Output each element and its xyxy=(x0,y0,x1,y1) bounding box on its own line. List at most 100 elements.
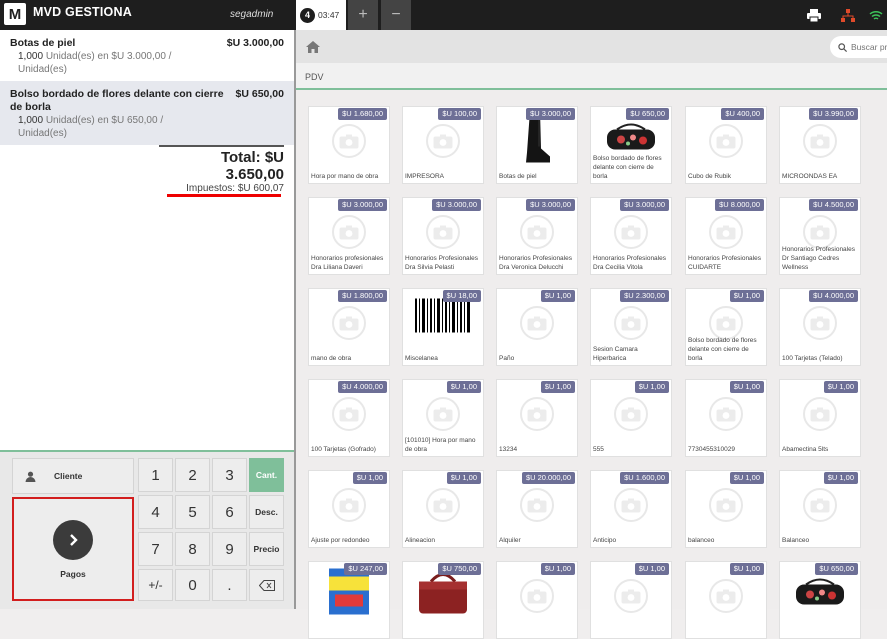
product-name: [101010] Hora por mano de obra xyxy=(405,437,476,453)
product-card[interactable]: $U 1,00 Bolso bordado de flores delante c… xyxy=(685,288,767,366)
product-image xyxy=(792,575,848,614)
network-icon[interactable] xyxy=(831,0,865,30)
product-card[interactable]: $U 1,00 7730455310029 xyxy=(685,379,767,457)
payments-label: Pagos xyxy=(60,568,86,579)
product-card[interactable]: $U 8.000,00 Honorarios Profesionales CUID… xyxy=(685,197,767,275)
product-card[interactable]: $U 18,00 Miscelanea xyxy=(402,288,484,366)
product-price-badge: $U 3.000,00 xyxy=(620,199,669,211)
product-name: Abamectina 5lts xyxy=(782,446,829,453)
product-price-badge: $U 1,00 xyxy=(729,563,764,575)
camera-placeholder-icon xyxy=(803,488,837,522)
username[interactable]: segadmin xyxy=(230,9,273,20)
camera-placeholder-icon xyxy=(803,215,837,249)
product-name: Paño xyxy=(499,355,515,362)
product-price-badge: $U 1,00 xyxy=(634,381,669,393)
key-9[interactable]: 9 xyxy=(212,532,247,566)
product-card[interactable]: $U 247,00 xyxy=(308,561,390,639)
product-name: balanceo xyxy=(688,537,715,544)
product-card[interactable]: $U 3.000,00 Honorarios Profesionales Dra … xyxy=(496,197,578,275)
product-card[interactable]: $U 4.000,00 100 Tarjetas (Gofrado) xyxy=(308,379,390,457)
search-input[interactable] xyxy=(851,42,887,52)
product-price-badge: $U 100,00 xyxy=(438,108,481,120)
product-card[interactable]: $U 3.000,00 Honorarios profesionales Dra … xyxy=(308,197,390,275)
product-card[interactable]: $U 400,00 Cubo de Rubik xyxy=(685,106,767,184)
ticket-line-selected[interactable]: Bolso bordado de flores delante con cier… xyxy=(0,81,294,145)
product-card[interactable]: $U 3.990,00 MICROONDAS EA xyxy=(779,106,861,184)
key-8[interactable]: 8 xyxy=(175,532,210,566)
product-card[interactable]: $U 3.000,00 Botas de piel xyxy=(496,106,578,184)
customer-button[interactable]: Cliente xyxy=(12,458,134,494)
product-image xyxy=(413,568,473,621)
camera-placeholder-icon xyxy=(332,397,366,431)
product-card[interactable]: $U 1,00 Alineacion xyxy=(402,470,484,548)
product-card[interactable]: $U 3.000,00 Honorarios Profesionales Dra … xyxy=(590,197,672,275)
product-card[interactable]: $U 1,00 xyxy=(685,561,767,639)
ticket-tab[interactable]: 4 03:47 xyxy=(296,0,346,30)
product-card[interactable]: $U 1,00 Abamectina 5lts xyxy=(779,379,861,457)
product-card[interactable]: $U 3.000,00 Honorarios Profesionales Dra … xyxy=(402,197,484,275)
product-card[interactable]: $U 650,00 xyxy=(779,561,861,639)
remove-ticket-button[interactable]: − xyxy=(381,0,411,30)
product-name: Anticipo xyxy=(593,537,617,544)
key-0[interactable]: 0 xyxy=(175,569,210,601)
product-card[interactable]: $U 1,00 xyxy=(590,561,672,639)
backspace-button[interactable] xyxy=(249,569,284,601)
product-card[interactable]: $U 4.000,00 100 Tarjetas (Telado) xyxy=(779,288,861,366)
product-card[interactable]: $U 20.000,00 Alquiler xyxy=(496,470,578,548)
product-card[interactable]: $U 1,00 Balanceo xyxy=(779,470,861,548)
ticket-line-detail: 1,000 Unidad(es) en $U 3.000,00 / Unidad… xyxy=(10,50,284,76)
ticket-taxes: Impuestos: $U 600,07 xyxy=(186,183,284,194)
ticket-tab-number: 4 xyxy=(300,7,315,23)
payments-button[interactable]: Pagos xyxy=(12,497,134,601)
product-name: Sesion Camara Hiperbarica xyxy=(593,346,638,362)
key-3[interactable]: 3 xyxy=(212,458,247,492)
product-card[interactable]: $U 1,00 13234 xyxy=(496,379,578,457)
product-card[interactable]: $U 1,00 555 xyxy=(590,379,672,457)
discount-mode-button[interactable]: Desc. xyxy=(249,495,284,529)
product-name: Miscelanea xyxy=(405,355,438,362)
quantity-mode-button[interactable]: Cant. xyxy=(249,458,284,492)
key-6[interactable]: 6 xyxy=(212,495,247,529)
product-name: Honorarios Profesionales Dra Cecilia Vit… xyxy=(593,255,666,271)
backspace-icon xyxy=(258,579,275,591)
key-sign[interactable]: +/- xyxy=(138,569,173,601)
ticket-line-price: $U 650,00 xyxy=(235,88,284,100)
product-card[interactable]: $U 1,00 Paño xyxy=(496,288,578,366)
product-name: Botas de piel xyxy=(499,173,537,180)
product-card[interactable]: $U 1.600,00 Anticipo xyxy=(590,470,672,548)
key-decimal[interactable]: . xyxy=(212,569,247,601)
camera-placeholder-icon xyxy=(614,579,648,613)
product-card[interactable]: $U 650,00 Bolso bordado de flores delante… xyxy=(590,106,672,184)
key-2[interactable]: 2 xyxy=(175,458,210,492)
product-price-badge: $U 18,00 xyxy=(442,290,481,302)
add-ticket-button[interactable]: + xyxy=(348,0,378,30)
product-card[interactable]: $U 1.800,00 mano de obra xyxy=(308,288,390,366)
key-4[interactable]: 4 xyxy=(138,495,173,529)
product-card[interactable]: $U 4.500,00 Honorarios Profesionales Dr S… xyxy=(779,197,861,275)
product-card[interactable]: $U 1,00 balanceo xyxy=(685,470,767,548)
search-box[interactable] xyxy=(830,36,887,58)
product-name: 13234 xyxy=(499,446,518,453)
product-card[interactable]: $U 1.680,00 Hora por mano de obra xyxy=(308,106,390,184)
product-price-badge: $U 4.000,00 xyxy=(338,381,387,393)
product-card[interactable]: $U 1,00 Ajuste por redondeo xyxy=(308,470,390,548)
product-price-badge: $U 247,00 xyxy=(344,563,387,575)
product-card[interactable]: $U 1,00 xyxy=(496,561,578,639)
camera-placeholder-icon xyxy=(803,124,837,158)
breadcrumb[interactable]: PDV xyxy=(296,63,887,90)
product-card[interactable]: $U 1,00 [101010] Hora por mano de obra xyxy=(402,379,484,457)
product-card[interactable]: $U 2.300,00 Sesion Camara Hiperbarica xyxy=(590,288,672,366)
product-card[interactable]: $U 100,00 IMPRESORA xyxy=(402,106,484,184)
product-price-badge: $U 1,00 xyxy=(540,290,575,302)
home-button[interactable] xyxy=(296,30,330,63)
print-icon[interactable] xyxy=(797,0,831,30)
ticket-line[interactable]: Botas de piel $U 3.000,00 1,000 Unidad(e… xyxy=(0,30,294,81)
product-name: Honorarios Profesionales Dr Santiago Ced… xyxy=(782,246,855,271)
product-card[interactable]: $U 750,00 xyxy=(402,561,484,639)
key-1[interactable]: 1 xyxy=(138,458,173,492)
price-mode-button[interactable]: Precio xyxy=(249,532,284,566)
camera-placeholder-icon xyxy=(520,397,554,431)
key-7[interactable]: 7 xyxy=(138,532,173,566)
key-5[interactable]: 5 xyxy=(175,495,210,529)
camera-placeholder-icon xyxy=(520,215,554,249)
